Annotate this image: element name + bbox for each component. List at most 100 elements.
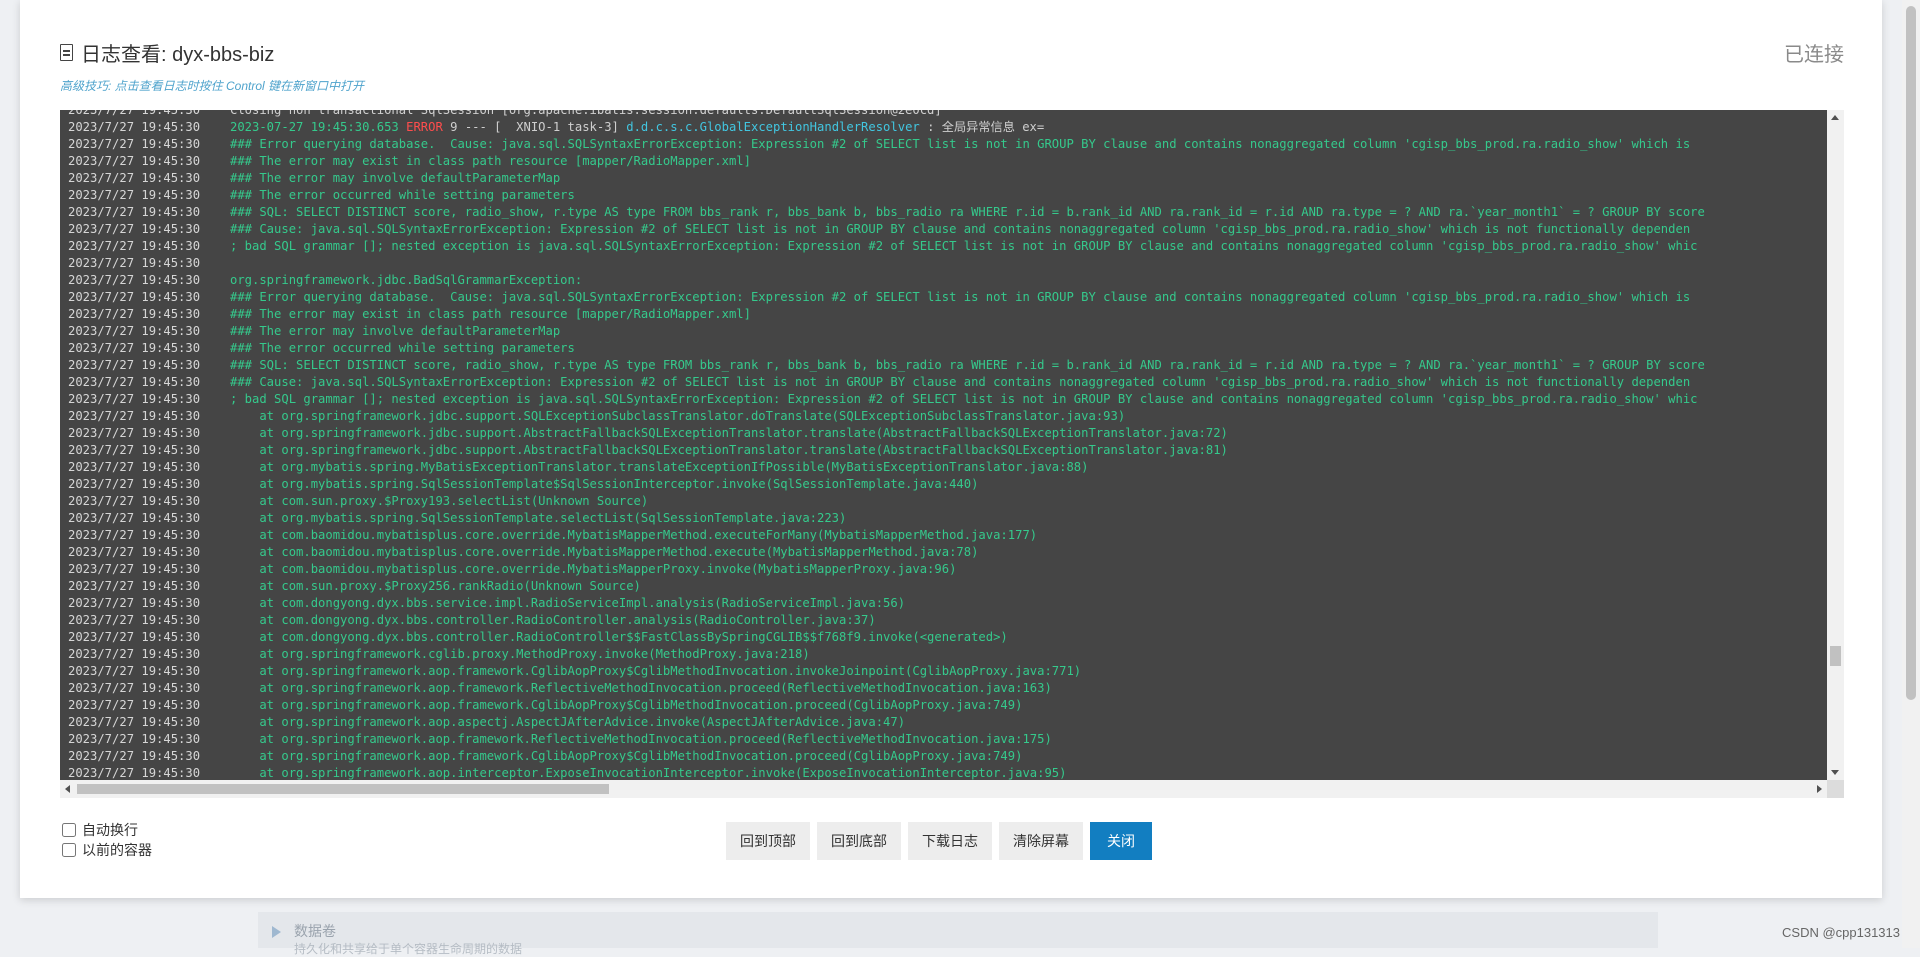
log-line: 2023/7/27 19:45:30 at org.springframewor… (68, 731, 1705, 748)
log-message: at com.dongyong.dyx.bbs.controller.Radio… (230, 612, 876, 629)
log-message: at org.springframework.aop.framework.Cgl… (230, 697, 1022, 714)
scroll-up-arrow-icon[interactable] (1831, 115, 1839, 120)
log-line: 2023/7/27 19:45:30 ### The error may exis… (68, 306, 1705, 323)
log-timestamp: 2023/7/27 19:45:30 (68, 545, 201, 559)
log-line: 2023/7/27 19:45:30 at org.springframewor… (68, 748, 1705, 765)
log-vertical-scrollbar[interactable] (1827, 110, 1844, 780)
auto-wrap-checkbox[interactable] (62, 823, 76, 837)
log-segment: at com.baomidou.mybatisplus.core.overrid… (230, 545, 979, 559)
close-button[interactable]: 关闭 (1090, 822, 1152, 860)
modal-title-text: 日志查看: dyx-bbs-biz (81, 44, 275, 66)
log-timestamp: 2023/7/27 19:45:30 (68, 426, 201, 440)
log-segment: ### Error querying database. Cause: java… (230, 137, 1691, 151)
log-line: 2023/7/27 19:45:30 at org.springframewor… (68, 408, 1705, 425)
log-line: 2023/7/27 19:45:30 ### SQL: SELECT DISTIN… (68, 204, 1705, 221)
log-message: at com.baomidou.mybatisplus.core.overrid… (230, 544, 978, 561)
log-message: at org.springframework.aop.framework.Cgl… (230, 748, 1022, 765)
log-message: ### The error may exist in class path re… (230, 153, 751, 170)
log-message: ### The error occurred while setting par… (230, 187, 575, 204)
log-message: ### Cause: java.sql.SQLSyntaxErrorExcept… (230, 374, 1690, 391)
log-timestamp: 2023/7/27 19:45:30 (68, 110, 201, 117)
previous-container-checkbox[interactable] (62, 843, 76, 857)
log-timestamp: 2023/7/27 19:45:30 (68, 579, 201, 593)
log-viewport[interactable]: 2023/7/27 19:45:30 Closing non transactio… (60, 110, 1827, 780)
log-timestamp: 2023/7/27 19:45:30 (68, 307, 201, 321)
log-timestamp: 2023/7/27 19:45:30 (68, 630, 201, 644)
background-section-title: 数据卷 (294, 923, 336, 939)
log-line: 2023/7/27 19:45:30 ### Cause: java.sql.SQ… (68, 374, 1705, 391)
log-segment: at org.springframework.jdbc.support.Abst… (230, 426, 1228, 440)
scroll-to-top-button[interactable]: 回到顶部 (726, 822, 810, 860)
log-message: ### SQL: SELECT DISTINCT score, radio_sh… (230, 357, 1705, 374)
log-segment: : 全局异常信息 ex= (919, 120, 1045, 134)
scroll-left-arrow-icon[interactable] (65, 785, 70, 793)
log-message: ### Error querying database. Cause: java… (230, 136, 1690, 153)
log-timestamp: 2023/7/27 19:45:30 (68, 273, 201, 287)
log-message: at org.mybatis.spring.SqlSessionTemplate… (230, 510, 846, 527)
log-segment: at com.dongyong.dyx.bbs.service.impl.Rad… (230, 596, 906, 610)
log-segment: ; bad SQL grammar []; nested exception i… (230, 239, 1698, 253)
log-timestamp: 2023/7/27 19:45:30 (68, 596, 201, 610)
log-timestamp: 2023/7/27 19:45:30 (68, 222, 201, 236)
log-segment: ### The error occurred while setting par… (230, 188, 575, 202)
document-icon (60, 44, 73, 61)
background-volume-section: 数据卷 持久化和共享给于单个容器生命周期的数据 (258, 912, 1658, 956)
scroll-down-arrow-icon[interactable] (1831, 770, 1839, 775)
log-horizontal-scrollbar-thumb[interactable] (77, 784, 609, 794)
log-segment: at org.springframework.aop.interceptor.E… (230, 766, 1067, 780)
expand-triangle-icon (272, 926, 281, 938)
log-segment: at org.springframework.cglib.proxy.Metho… (230, 647, 810, 661)
advanced-tip: 高级技巧: 点击查看日志时按住 Control 键在新窗口中打开 (60, 79, 365, 93)
page-scrollbar-thumb[interactable] (1906, 6, 1916, 700)
log-timestamp: 2023/7/27 19:45:30 (68, 681, 201, 695)
log-message: at com.baomidou.mybatisplus.core.overrid… (230, 561, 956, 578)
log-message: at org.springframework.aop.framework.Ref… (230, 680, 1052, 697)
log-line: 2023/7/27 19:45:30 ### SQL: SELECT DISTIN… (68, 357, 1705, 374)
log-segment: at org.springframework.aop.framework.Cgl… (230, 698, 1023, 712)
log-vertical-scrollbar-thumb[interactable] (1830, 646, 1841, 666)
log-message: 2023-07-27 19:45:30.653 ERROR 9 --- [ XN… (230, 119, 1044, 136)
log-segment: 9 (442, 120, 465, 134)
log-segment: ### Error querying database. Cause: java… (230, 290, 1691, 304)
log-message: ; bad SQL grammar []; nested exception i… (230, 238, 1698, 255)
log-segment: at org.springframework.jdbc.support.Abst… (230, 443, 1228, 457)
clear-screen-button[interactable]: 清除屏幕 (999, 822, 1083, 860)
log-message: ### The error may involve defaultParamet… (230, 170, 560, 187)
log-line: 2023/7/27 19:45:30 ### The error occurred… (68, 187, 1705, 204)
log-timestamp: 2023/7/27 19:45:30 (68, 613, 201, 627)
log-timestamp: 2023/7/27 19:45:30 (68, 477, 201, 491)
log-message: at org.springframework.jdbc.support.SQLE… (230, 408, 1125, 425)
log-segment: at org.springframework.aop.framework.Ref… (230, 681, 1052, 695)
log-viewer-modal: 日志查看: dyx-bbs-biz 已连接 高级技巧: 点击查看日志时按住 Co… (20, 0, 1882, 898)
scroll-to-bottom-button[interactable]: 回到底部 (817, 822, 901, 860)
log-segment: ### The error may exist in class path re… (230, 154, 751, 168)
log-segment: at org.springframework.aop.framework.Cgl… (230, 664, 1082, 678)
download-log-button[interactable]: 下载日志 (908, 822, 992, 860)
log-timestamp: 2023/7/27 19:45:30 (68, 528, 201, 542)
log-line: 2023/7/27 19:45:30 at org.springframewor… (68, 425, 1705, 442)
log-segment: at org.springframework.aop.aspectj.Aspec… (230, 715, 906, 729)
log-segment: at com.sun.proxy.$Proxy256.rankRadio(Unk… (230, 579, 641, 593)
log-panel[interactable]: 2023/7/27 19:45:30 Closing non transactio… (60, 110, 1844, 798)
log-options: 自动换行 以前的容器 (62, 820, 152, 860)
log-segment: ### The error occurred while setting par… (230, 341, 575, 355)
log-segment: at com.dongyong.dyx.bbs.controller.Radio… (230, 613, 876, 627)
log-timestamp: 2023/7/27 19:45:30 (68, 443, 201, 457)
log-segment: ; bad SQL grammar []; nested exception i… (230, 392, 1698, 406)
log-timestamp: 2023/7/27 19:45:30 (68, 511, 201, 525)
log-timestamp: 2023/7/27 19:45:30 (68, 188, 201, 202)
log-horizontal-scrollbar[interactable] (60, 780, 1827, 798)
log-segment: d.d.c.s.c.GlobalExceptionHandlerResolver (626, 120, 920, 134)
auto-wrap-option[interactable]: 自动换行 (62, 820, 152, 840)
log-line: 2023/7/27 19:45:30 at org.mybatis.spring… (68, 476, 1705, 493)
scroll-right-arrow-icon[interactable] (1817, 785, 1822, 793)
log-segment: ERROR (406, 120, 443, 134)
log-line: 2023/7/27 19:45:30 at org.springframewor… (68, 663, 1705, 680)
log-segment: --- [ XNIO-1 task-3] (464, 120, 627, 134)
page-scrollbar[interactable] (1902, 0, 1920, 948)
connection-status: 已连接 (1784, 44, 1844, 66)
log-line: 2023/7/27 19:45:30 at com.sun.proxy.$Pro… (68, 578, 1705, 595)
log-line: 2023/7/27 19:45:30 ### Error querying dat… (68, 136, 1705, 153)
previous-container-option[interactable]: 以前的容器 (62, 840, 152, 860)
log-line: 2023/7/27 19:45:30 at com.dongyong.dyx.b… (68, 629, 1705, 646)
